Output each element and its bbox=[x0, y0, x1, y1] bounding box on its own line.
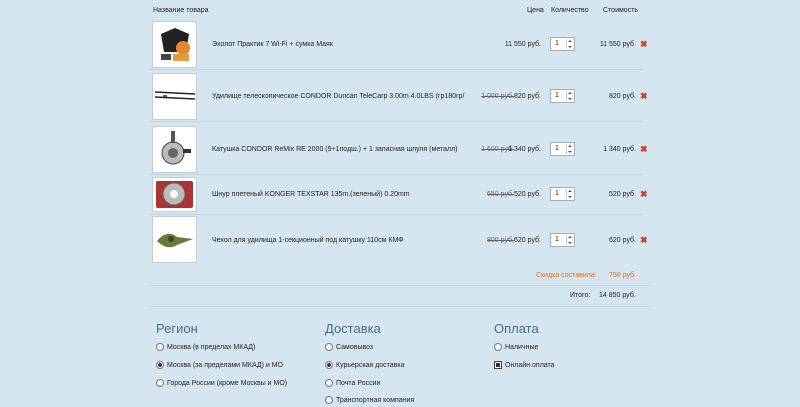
delivery-section: Доставка Самовывоз Курьерская доставка П… bbox=[325, 321, 495, 404]
remove-icon[interactable]: ✖ bbox=[640, 235, 648, 246]
braided-line-spool-icon bbox=[156, 181, 193, 208]
product-name[interactable]: Шнур плетеный KONGER TEXSTAR 135m.(зелен… bbox=[212, 191, 410, 198]
quantity-value: 1 bbox=[555, 236, 559, 243]
row-divider bbox=[149, 121, 643, 122]
remove-icon[interactable]: ✖ bbox=[640, 144, 648, 155]
summary-divider bbox=[150, 306, 650, 307]
quantity-stepper[interactable]: 1 bbox=[550, 37, 575, 51]
quantity-value: 1 bbox=[555, 40, 559, 47]
quantity-stepper[interactable]: 1 bbox=[550, 233, 575, 247]
fish-finder-bag-icon bbox=[161, 28, 190, 61]
option-label: Москва (в пределах МКАД) bbox=[167, 343, 256, 351]
line-total: 620 руб. bbox=[609, 237, 636, 244]
product-price: 820 руб. bbox=[514, 93, 541, 100]
option-label: Москва (за пределами МКАД) и МО bbox=[167, 361, 283, 369]
row-divider bbox=[149, 214, 643, 215]
option-label: Курьерская доставка bbox=[336, 361, 405, 369]
payment-title: Оплата bbox=[494, 321, 539, 336]
payment-section: Оплата Наличные Онлайн оплата bbox=[494, 321, 664, 369]
quantity-value: 1 bbox=[555, 145, 559, 152]
option-label: Онлайн оплата bbox=[505, 361, 555, 369]
product-price: 11 550 руб. bbox=[504, 41, 541, 48]
line-total: 520 руб. bbox=[609, 191, 636, 198]
total-value: 14 850 руб. bbox=[599, 292, 636, 299]
radio-button[interactable] bbox=[325, 361, 333, 369]
row-divider bbox=[149, 69, 643, 70]
product-thumbnail[interactable] bbox=[152, 73, 197, 120]
cart-row: Удилище телескопическое CONDOR Duncan Te… bbox=[149, 73, 648, 122]
delivery-title: Доставка bbox=[325, 321, 381, 336]
option-label: Транспортная компания bbox=[336, 396, 415, 404]
header-qty: Количество bbox=[551, 7, 589, 14]
delivery-option[interactable]: Транспортная компания bbox=[325, 396, 414, 404]
option-label: Самовывоз bbox=[336, 343, 374, 351]
delivery-option[interactable]: Курьерская доставка bbox=[325, 361, 405, 369]
product-thumbnail[interactable] bbox=[152, 216, 197, 263]
line-total: 1 340 руб. bbox=[603, 146, 636, 153]
quantity-stepper[interactable]: 1 bbox=[550, 89, 575, 103]
option-label: Почта России bbox=[336, 379, 381, 387]
row-divider bbox=[149, 174, 643, 175]
line-total: 11 550 руб. bbox=[599, 41, 636, 48]
fishing-reel-icon bbox=[161, 131, 191, 165]
delivery-option[interactable]: Почта России bbox=[325, 379, 380, 387]
quantity-value: 1 bbox=[555, 92, 559, 99]
product-name[interactable]: Чехол для удилища 1-секционный под катуш… bbox=[212, 237, 404, 244]
remove-icon[interactable]: ✖ bbox=[640, 39, 648, 50]
cart-row: Чехол для удилища 1-секционный под катуш… bbox=[149, 216, 648, 264]
spinner-icon[interactable] bbox=[566, 235, 573, 245]
payment-option[interactable]: Онлайн оплата bbox=[494, 361, 555, 369]
header-name: Название товара bbox=[153, 7, 209, 14]
radio-button[interactable] bbox=[494, 343, 502, 351]
spinner-icon[interactable] bbox=[566, 144, 573, 154]
old-price: 1 000 руб. bbox=[481, 93, 514, 100]
radio-button[interactable] bbox=[325, 379, 333, 387]
quantity-stepper[interactable]: 1 bbox=[550, 187, 575, 201]
region-section: Регион Москва (в пределах МКАД) Москва (… bbox=[156, 321, 326, 387]
old-price: 650 руб. bbox=[487, 191, 514, 198]
radio-button[interactable] bbox=[156, 379, 164, 387]
remove-icon[interactable]: ✖ bbox=[640, 189, 648, 200]
radio-button[interactable] bbox=[156, 343, 164, 351]
total-label: Итого: bbox=[570, 292, 591, 299]
discount-label: Скидка составила: bbox=[536, 272, 597, 279]
product-price: 520 руб. bbox=[514, 191, 541, 198]
header-price: Цена bbox=[527, 7, 544, 14]
product-price: 1 340 руб. bbox=[508, 146, 541, 153]
discount-value: 750 руб. bbox=[609, 272, 636, 279]
product-thumbnail[interactable] bbox=[152, 126, 197, 173]
spinner-icon[interactable] bbox=[566, 39, 573, 49]
payment-option[interactable]: Наличные bbox=[494, 343, 538, 351]
option-label: Наличные bbox=[505, 343, 539, 351]
product-price: 620 руб. bbox=[514, 237, 541, 244]
radio-button[interactable] bbox=[325, 343, 333, 351]
option-label: Города России (кроме Москвы и МО) bbox=[167, 379, 288, 387]
radio-button[interactable] bbox=[325, 396, 333, 404]
delivery-option[interactable]: Самовывоз bbox=[325, 343, 373, 351]
quantity-value: 1 bbox=[555, 190, 559, 197]
region-option[interactable]: Города России (кроме Москвы и МО) bbox=[156, 379, 287, 387]
region-title: Регион bbox=[156, 321, 198, 336]
line-total: 820 руб. bbox=[609, 93, 636, 100]
spinner-icon[interactable] bbox=[566, 91, 573, 101]
region-option[interactable]: Москва (в пределах МКАД) bbox=[156, 343, 255, 351]
rod-case-icon bbox=[157, 233, 193, 248]
old-price: 800 руб. bbox=[487, 237, 514, 244]
quantity-stepper[interactable]: 1 bbox=[550, 142, 575, 156]
product-thumbnail[interactable] bbox=[152, 21, 197, 68]
cart-row: Эхолот Практик 7 Wi-Fi + сумка Маяк 11 5… bbox=[149, 21, 648, 70]
fishing-rod-icon bbox=[154, 91, 196, 100]
product-name[interactable]: Катушка CONDOR ReMix RE 2000 (9+1подш.) … bbox=[212, 146, 458, 153]
cart-row: Катушка CONDOR ReMix RE 2000 (9+1подш.) … bbox=[149, 126, 648, 175]
spinner-icon[interactable] bbox=[566, 189, 573, 199]
product-name[interactable]: Удилище телескопическое CONDOR Duncan Te… bbox=[212, 93, 464, 100]
remove-icon[interactable]: ✖ bbox=[640, 91, 648, 102]
summary-divider bbox=[150, 285, 650, 286]
radio-button[interactable] bbox=[156, 361, 164, 369]
product-name[interactable]: Эхолот Практик 7 Wi-Fi + сумка Маяк bbox=[212, 41, 333, 48]
product-thumbnail[interactable] bbox=[152, 177, 197, 212]
region-option[interactable]: Москва (за пределами МКАД) и МО bbox=[156, 361, 283, 369]
checkbox[interactable] bbox=[494, 361, 502, 369]
header-total: Стоимость bbox=[603, 7, 639, 14]
